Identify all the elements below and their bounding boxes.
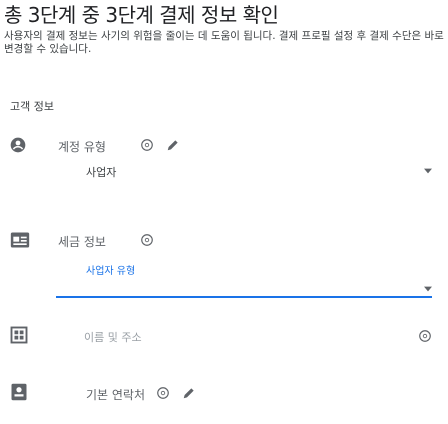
- tax-info-hint: 사업자 유형: [86, 266, 136, 277]
- help-icon[interactable]: [140, 138, 154, 152]
- tax-info-label: 세금 정보: [58, 235, 106, 249]
- help-icon[interactable]: [140, 233, 154, 247]
- business-icon: [10, 326, 28, 344]
- name-address-label: 이름 및 주소: [84, 331, 142, 344]
- account-type-select[interactable]: 사업자: [86, 164, 116, 180]
- edit-pencil-icon[interactable]: [182, 386, 196, 400]
- contact-card-icon: [11, 383, 27, 401]
- help-icon[interactable]: [156, 386, 170, 400]
- info-icon[interactable]: [418, 329, 432, 343]
- chevron-down-icon[interactable]: [424, 286, 432, 292]
- account-type-label: 계정 유형: [58, 140, 106, 154]
- person-icon: [10, 137, 26, 153]
- section-title-customer-info: 고객 정보: [10, 100, 54, 113]
- id-card-icon: [10, 232, 30, 248]
- page-description: 사용자의 결제 정보는 사기의 위험을 줄이는 데 도움이 됩니다. 결제 프로…: [4, 30, 444, 55]
- edit-pencil-icon[interactable]: [166, 138, 180, 152]
- chevron-down-icon[interactable]: [424, 168, 432, 174]
- tax-info-input-underline[interactable]: [56, 296, 432, 298]
- page-title: 총 3단계 중 3단계 결제 정보 확인: [4, 3, 279, 27]
- contact-label: 기본 연락처: [86, 388, 146, 402]
